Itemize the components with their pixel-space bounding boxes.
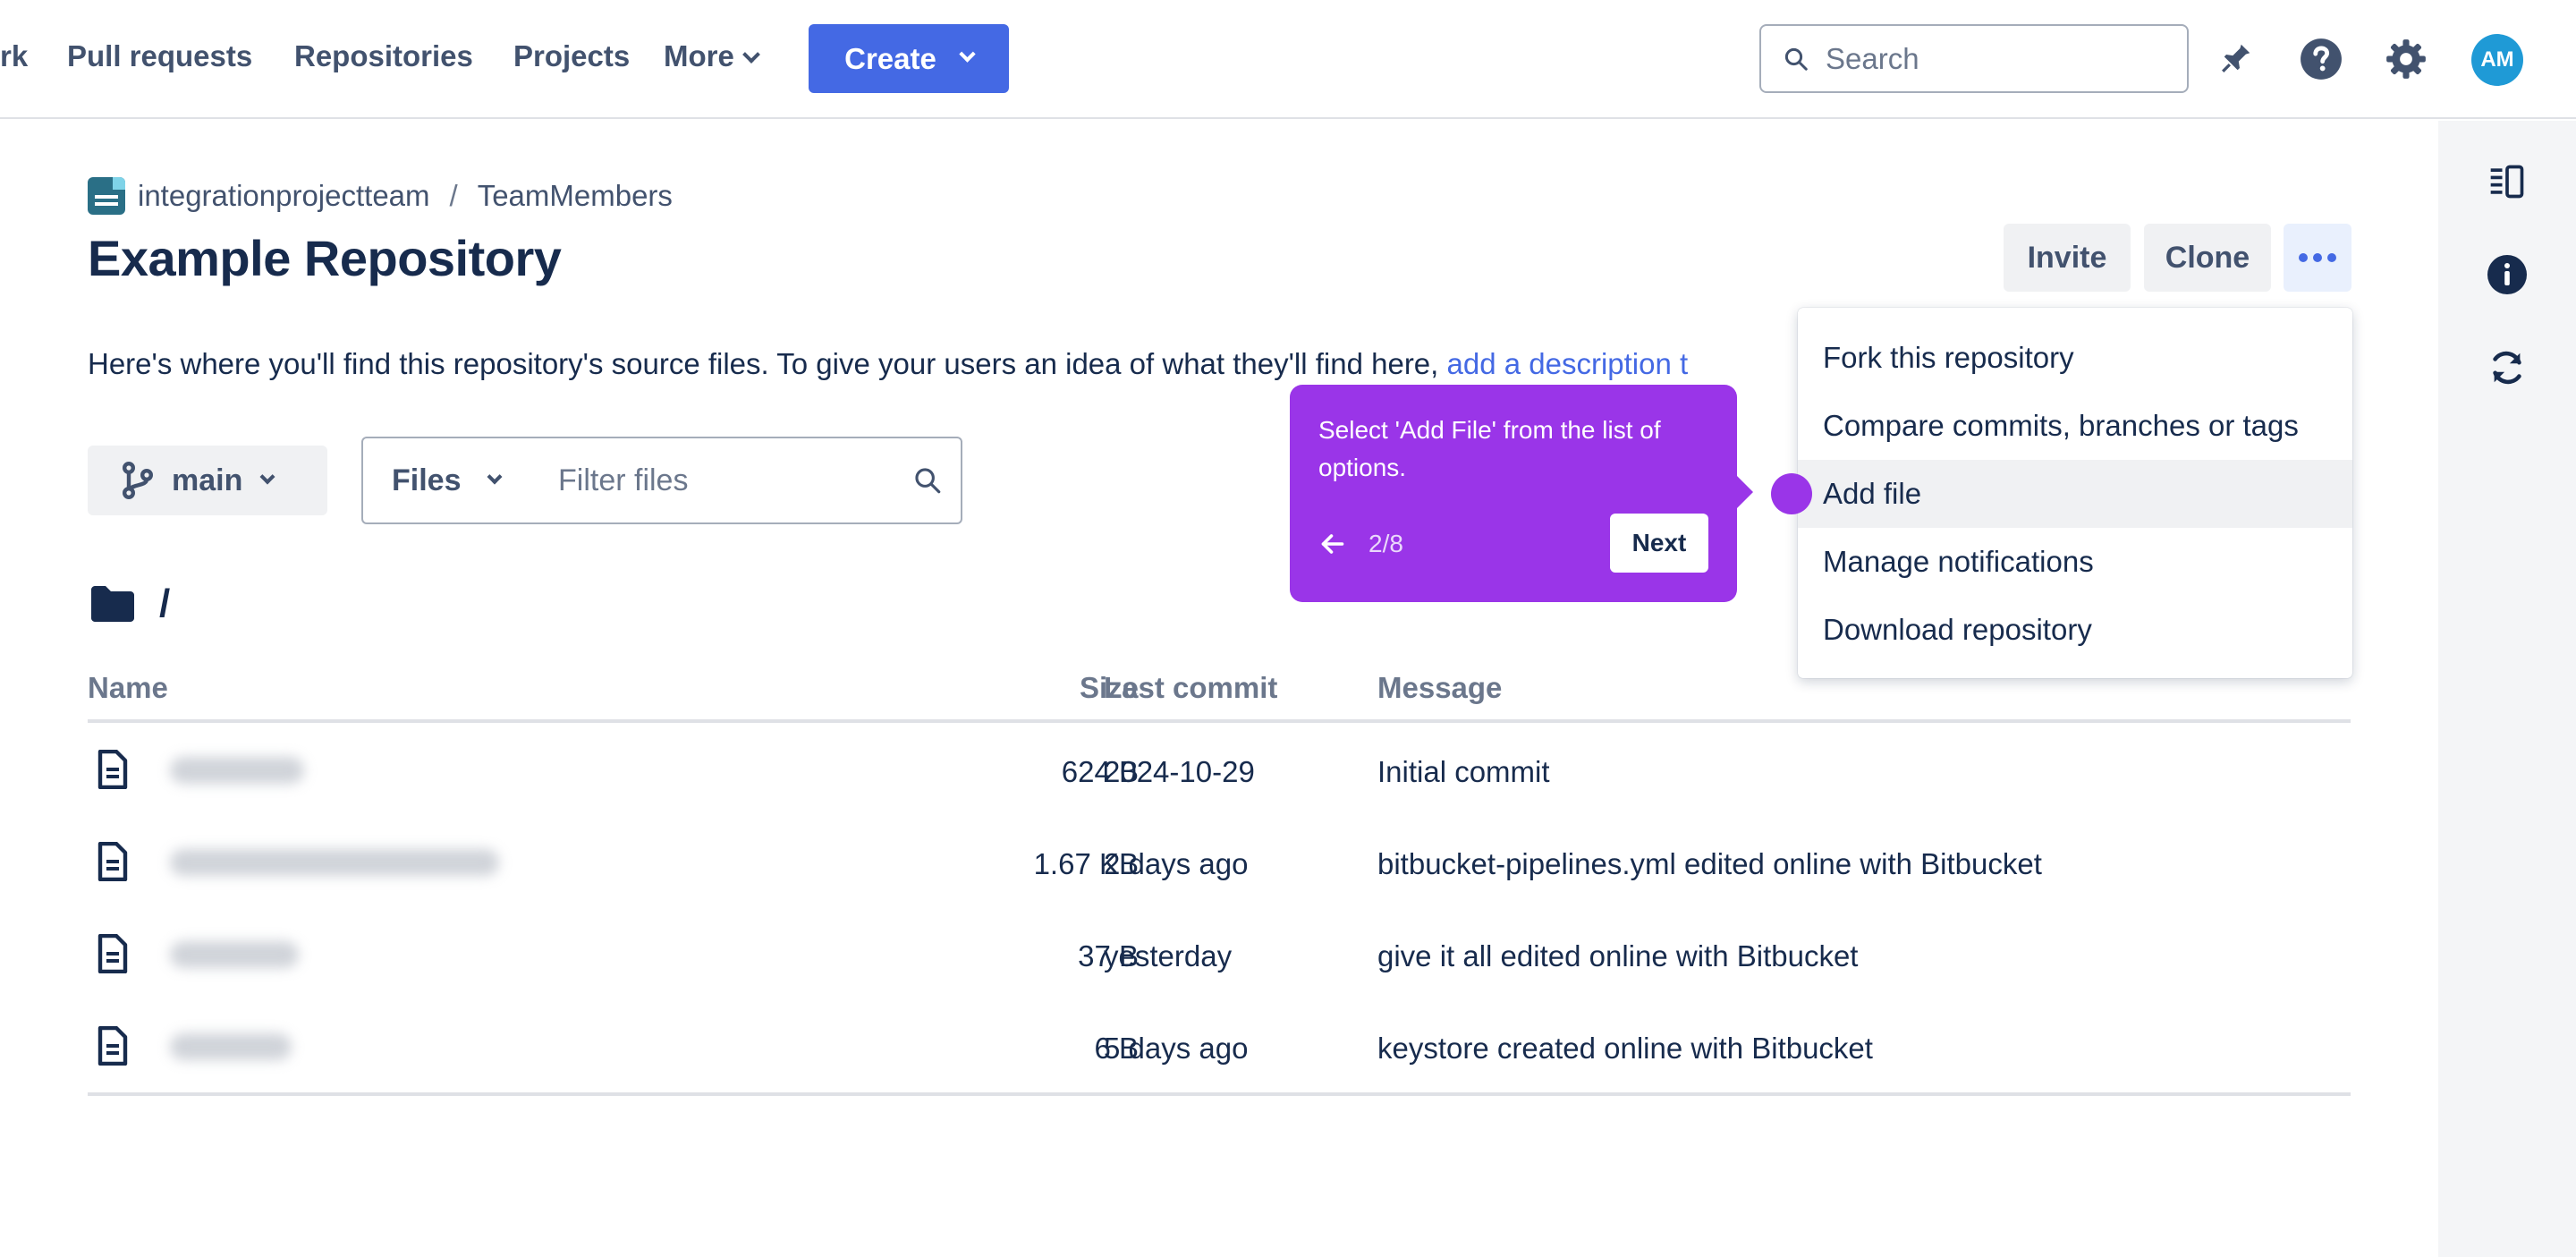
files-type-select[interactable]: Files xyxy=(363,463,542,498)
menu-item-compare[interactable]: Compare commits, branches or tags xyxy=(1798,392,2352,460)
column-header-name[interactable]: Name xyxy=(88,671,168,705)
menu-item-download[interactable]: Download repository xyxy=(1798,596,2352,664)
table-divider xyxy=(88,1092,2351,1096)
search-icon[interactable] xyxy=(912,465,943,496)
file-last-commit: 2 days ago xyxy=(1104,847,1249,880)
file-name-redacted[interactable] xyxy=(170,941,299,968)
description-text: Here's where you'll find this repository… xyxy=(88,347,1447,380)
file-last-commit: 5 days ago xyxy=(1104,1032,1249,1065)
guide-tooltip: Select 'Add File' from the list of optio… xyxy=(1290,385,1753,602)
breadcrumb-separator: / xyxy=(449,179,458,212)
guide-beacon[interactable] xyxy=(1771,473,1812,514)
more-actions-button[interactable] xyxy=(2284,224,2351,292)
nav-item-more[interactable]: More xyxy=(664,39,760,73)
nav-item-work[interactable]: rk xyxy=(0,39,28,73)
search-input[interactable] xyxy=(1826,41,2165,76)
invite-button[interactable]: Invite xyxy=(2004,224,2131,292)
sync-icon[interactable] xyxy=(2482,343,2532,393)
workspace-logo xyxy=(88,177,125,215)
branch-name: main xyxy=(172,463,243,497)
menu-item-add-file[interactable]: Add file xyxy=(1798,460,2352,528)
settings-icon[interactable] xyxy=(2381,34,2431,84)
chevron-down-icon xyxy=(959,46,976,63)
breadcrumb-workspace[interactable]: integrationprojectteam xyxy=(138,179,430,213)
file-commit-message[interactable]: give it all edited online with Bitbucket xyxy=(1377,939,1858,973)
nav-item-projects[interactable]: Projects xyxy=(513,39,630,73)
guide-step-counter: 2/8 xyxy=(1368,530,1403,557)
table-row[interactable]: 624 B 2024-10-29 Initial commit xyxy=(88,725,2351,817)
notification-icon[interactable] xyxy=(2210,34,2260,84)
file-name-redacted[interactable] xyxy=(170,1033,292,1060)
column-header-last-commit[interactable]: Last commit xyxy=(1104,671,1277,705)
column-header-message[interactable]: Message xyxy=(1377,671,1502,705)
current-path: / xyxy=(89,582,170,626)
file-commit-message[interactable]: Initial commit xyxy=(1377,755,1550,789)
add-description-link[interactable]: add a description t xyxy=(1447,347,1689,380)
info-icon[interactable] xyxy=(2482,250,2532,300)
file-name-redacted[interactable] xyxy=(170,757,304,784)
chevron-down-icon xyxy=(487,469,503,485)
chevron-down-icon xyxy=(741,46,760,64)
create-button[interactable]: Create xyxy=(809,24,1009,93)
right-sidebar xyxy=(2438,121,2576,1257)
menu-item-fork[interactable]: Fork this repository xyxy=(1798,324,2352,392)
guide-next-button[interactable]: Next xyxy=(1610,514,1708,573)
create-button-label: Create xyxy=(844,41,936,75)
help-icon[interactable] xyxy=(2296,34,2346,84)
nav-more-label: More xyxy=(664,39,734,72)
clone-button[interactable]: Clone xyxy=(2144,224,2271,292)
file-filter: Files xyxy=(361,437,962,524)
files-select-label: Files xyxy=(392,463,462,497)
page-title: Example Repository xyxy=(88,230,562,286)
breadcrumb: integrationprojectteam / TeamMembers xyxy=(88,177,673,215)
table-row[interactable]: 37 B yesterday give it all edited online… xyxy=(88,909,2351,1001)
avatar[interactable]: AM xyxy=(2471,34,2523,86)
file-icon xyxy=(97,750,128,789)
search-box[interactable] xyxy=(1759,24,2189,93)
path-label: / xyxy=(159,582,171,625)
file-last-commit: 2024-10-29 xyxy=(1104,755,1255,788)
file-icon xyxy=(97,934,128,973)
filter-files-input[interactable] xyxy=(558,463,898,498)
nav-item-repositories[interactable]: Repositories xyxy=(294,39,473,73)
repo-description: Here's where you'll find this repository… xyxy=(88,347,1841,381)
file-commit-message[interactable]: bitbucket-pipelines.yml edited online wi… xyxy=(1377,847,2042,881)
branch-selector[interactable]: main xyxy=(88,446,327,515)
table-row[interactable]: 1.67 KB 2 days ago bitbucket-pipelines.y… xyxy=(88,817,2351,909)
table-row[interactable]: 6 B 5 days ago keystore created online w… xyxy=(88,1001,2351,1093)
guide-text: Select 'Add File' from the list of optio… xyxy=(1318,416,1661,481)
file-last-commit: yesterday xyxy=(1104,939,1233,972)
arrow-left-icon[interactable] xyxy=(1317,528,1349,560)
chevron-down-icon xyxy=(259,469,275,485)
file-name-redacted[interactable] xyxy=(170,849,499,876)
file-commit-message[interactable]: keystore created online with Bitbucket xyxy=(1377,1032,1873,1066)
breadcrumb-project[interactable]: TeamMembers xyxy=(478,179,673,213)
folder-icon xyxy=(91,586,134,622)
branch-icon xyxy=(122,461,154,500)
nav-item-pull-requests[interactable]: Pull requests xyxy=(67,39,252,73)
file-icon xyxy=(97,842,128,881)
more-actions-menu: Fork this repository Compare commits, br… xyxy=(1798,308,2352,678)
file-icon xyxy=(97,1026,128,1066)
search-icon xyxy=(1784,47,1808,71)
top-navigation: rk Pull requests Repositories Projects M… xyxy=(0,0,2576,119)
panel-toggle-icon[interactable] xyxy=(2482,157,2532,207)
menu-item-manage-notifications[interactable]: Manage notifications xyxy=(1798,528,2352,596)
